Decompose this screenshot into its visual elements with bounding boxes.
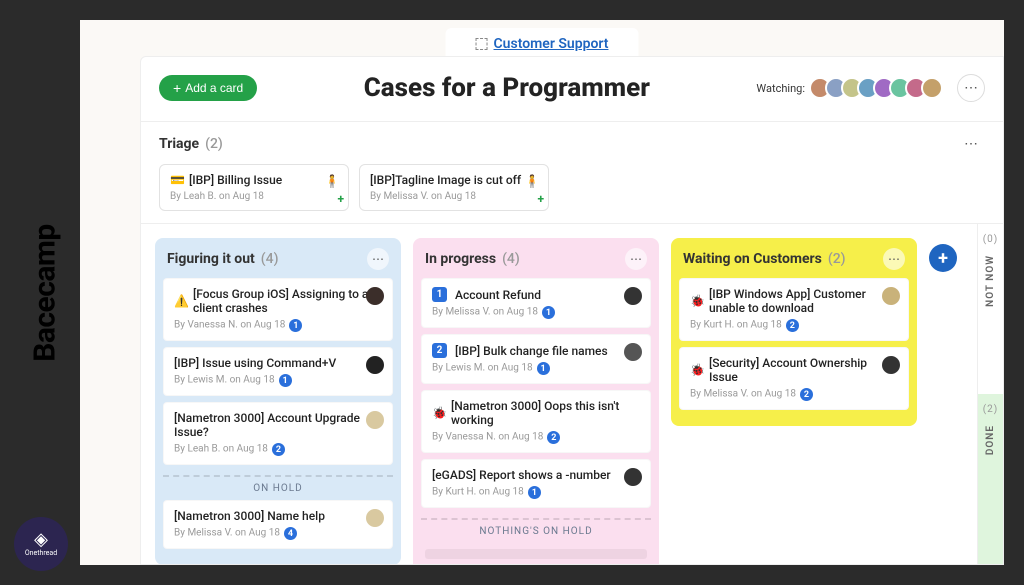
card[interactable]: 🐞[Security] Account Ownership Issue By M… [679, 347, 909, 410]
breadcrumb-link[interactable]: Customer Support [494, 36, 609, 52]
crumb-icon [476, 38, 488, 50]
columns-area: Figuring it out (4) ⋯ ⚠️[Focus Group iOS… [141, 224, 977, 564]
column-more-button[interactable]: ⋯ [367, 248, 389, 270]
board-more-button[interactable]: ⋯ [957, 74, 985, 102]
assignee-icon: 🧍 [524, 173, 540, 189]
triage-card[interactable]: 💳 [IBP] Billing Issue By Leah B. on Aug … [159, 164, 349, 211]
card[interactable]: 🐞[IBP Windows App] Customer unable to do… [679, 278, 909, 341]
card-meta: By Leah B. on Aug 18 [170, 191, 338, 202]
card-avatar [624, 468, 642, 486]
column-more-button[interactable]: ⋯ [883, 248, 905, 270]
card-avatar [882, 356, 900, 374]
plus-icon: + [173, 81, 181, 95]
on-hold-divider: ON HOLD [163, 475, 393, 494]
card-avatar [624, 287, 642, 305]
onethread-logo: ◈ Onethread [14, 517, 68, 571]
column-more-button[interactable]: ⋯ [625, 248, 647, 270]
cube-icon: ◈ [34, 531, 48, 549]
card[interactable]: [IBP] Issue using Command+V By Lewis M. … [163, 347, 393, 396]
triage-more-button[interactable]: ⋯ [957, 130, 985, 158]
card[interactable]: 1Account Refund By Melissa V. on Aug 181 [421, 278, 651, 328]
card-avatar [882, 287, 900, 305]
add-assignee-icon[interactable]: + [337, 192, 344, 206]
add-card-label: Add a card [185, 81, 243, 95]
side-app-label: Bacecamp [28, 224, 63, 362]
card-avatar [366, 287, 384, 305]
add-card-button[interactable]: + Add a card [159, 75, 257, 101]
card-title-text: [IBP]Tagline Image is cut off [370, 173, 521, 187]
column-figuring-it-out: Figuring it out (4) ⋯ ⚠️[Focus Group iOS… [155, 238, 401, 564]
board-title: Cases for a Programmer [257, 73, 756, 103]
card-avatar [366, 509, 384, 527]
side-rails: (0) NOT NOW (2) DONE [977, 224, 1003, 564]
board-header: + Add a card Cases for a Programmer Watc… [141, 57, 1003, 121]
app-stage: Customer Support + Add a card Cases for … [80, 20, 1004, 565]
card-avatar [624, 343, 642, 361]
card-avatar [366, 356, 384, 374]
card[interactable]: [Nametron 3000] Account Upgrade Issue? B… [163, 402, 393, 465]
column-in-progress: In progress (4) ⋯ 1Account Refund By Mel… [413, 238, 659, 564]
card-title-text: [IBP] Billing Issue [189, 173, 282, 187]
add-assignee-icon[interactable]: + [537, 192, 544, 206]
card[interactable]: 🐞[Nametron 3000] Oops this isn't working… [421, 390, 651, 453]
watchers: Watching: ⋯ [756, 74, 985, 102]
add-column-button[interactable]: + [929, 244, 957, 272]
nothing-on-hold-divider: NOTHING'S ON HOLD [421, 518, 651, 537]
board: + Add a card Cases for a Programmer Watc… [140, 56, 1004, 565]
card[interactable]: [Nametron 3000] Name help By Melissa V. … [163, 500, 393, 549]
rail-done[interactable]: (2) DONE [978, 394, 1003, 564]
avatar-stack[interactable] [815, 77, 943, 99]
placeholder-cards [421, 543, 651, 564]
triage-card[interactable]: [IBP]Tagline Image is cut off By Melissa… [359, 164, 549, 211]
card[interactable]: [eGADS] Report shows a -number By Kurt H… [421, 459, 651, 508]
watching-label: Watching: [756, 82, 805, 95]
card-icon: 💳 [170, 174, 185, 186]
triage-title: Triage (2) [159, 136, 223, 152]
card[interactable]: ⚠️[Focus Group iOS] Assigning to a clien… [163, 278, 393, 341]
card[interactable]: 2[IBP] Bulk change file names By Lewis M… [421, 334, 651, 384]
triage-section: Triage (2) ⋯ 💳 [IBP] Billing Issue By Le… [141, 121, 1003, 224]
card-meta: By Melissa V. on Aug 18 [370, 191, 538, 202]
assignee-icon: 🧍 [324, 173, 340, 189]
column-waiting-on-customers: Waiting on Customers (2) ⋯ 🐞[IBP Windows… [671, 238, 917, 426]
rail-not-now[interactable]: (0) NOT NOW [978, 224, 1003, 394]
card-avatar [366, 411, 384, 429]
